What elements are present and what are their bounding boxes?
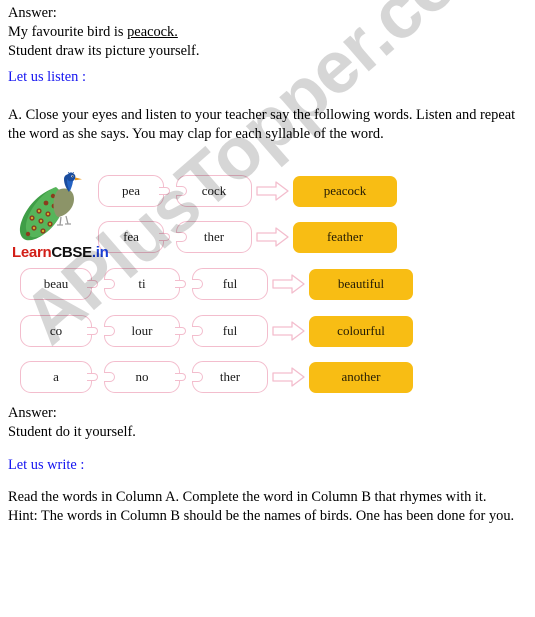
syllable-box: ther — [192, 361, 268, 393]
result-word-box: another — [309, 361, 413, 393]
arrow-icon — [256, 181, 289, 201]
answer-block-second: Answer: Student do it yourself. — [8, 404, 528, 442]
logo-part-learn: Learn — [12, 244, 52, 261]
logo-part-in: .in — [91, 244, 109, 261]
result-word-box: feather — [293, 221, 397, 253]
result-word-box: beautiful — [309, 268, 413, 300]
syllable-row: pea cock peacock — [98, 174, 397, 208]
instruction-listen-text: A. Close your eyes and listen to your te… — [8, 107, 516, 142]
syllable-row: beau ti ful beautiful — [20, 267, 413, 301]
syllable-box: pea — [98, 175, 170, 207]
result-word-box: colourful — [309, 315, 413, 347]
answer-line-prefix: My favourite bird is — [8, 24, 128, 40]
answer-label-1: Answer: — [8, 5, 57, 21]
answer-line-do-it-yourself: Student do it yourself. — [8, 424, 136, 440]
syllable-diagram: LearnCBSE.in pea cock peacock fea ther f… — [0, 167, 535, 393]
syllable-box: a — [20, 361, 98, 393]
arrow-icon — [256, 227, 289, 247]
syllable-box: lour — [104, 315, 186, 347]
syllable-box: ther — [176, 221, 252, 253]
instruction-write-line-1: Read the words in Column A. Complete the… — [8, 489, 487, 505]
syllable-row: co lour ful colourful — [20, 314, 413, 348]
arrow-icon — [272, 274, 305, 294]
arrow-icon — [272, 367, 305, 387]
answer-line-draw-picture: Student draw its picture yourself. — [8, 43, 200, 59]
answer-block-first: Answer: My favourite bird is peacock. St… — [8, 4, 528, 61]
syllable-box: ful — [192, 268, 268, 300]
syllable-row: fea ther feather — [98, 220, 397, 254]
result-word-box: peacock — [293, 175, 397, 207]
instruction-write-hint: Hint: The words in Column B should be th… — [8, 508, 515, 524]
syllable-box: cock — [176, 175, 252, 207]
logo-part-cbse: CBSE — [51, 244, 92, 261]
answer-label-2: Answer: — [8, 405, 57, 421]
syllable-box: no — [104, 361, 186, 393]
syllable-row: a no ther another — [20, 360, 413, 394]
arrow-icon — [272, 321, 305, 341]
syllable-box: co — [20, 315, 98, 347]
heading-let-us-listen: Let us listen : — [8, 69, 86, 85]
heading-let-us-write: Let us write : — [8, 457, 85, 473]
instruction-write-block: Read the words in Column A. Complete the… — [8, 488, 528, 526]
syllable-box: ful — [192, 315, 268, 347]
syllable-box: ti — [104, 268, 186, 300]
answer-line-favourite-bird: My favourite bird is peacock. — [8, 23, 528, 42]
worksheet-page: APlusTopper.com Answer: My favourite bir… — [0, 0, 535, 617]
learncbse-logo: LearnCBSE.in — [12, 244, 109, 261]
syllable-box: beau — [20, 268, 98, 300]
answer-underlined-word: peacock. — [127, 24, 178, 40]
peacock-illustration — [14, 167, 106, 244]
